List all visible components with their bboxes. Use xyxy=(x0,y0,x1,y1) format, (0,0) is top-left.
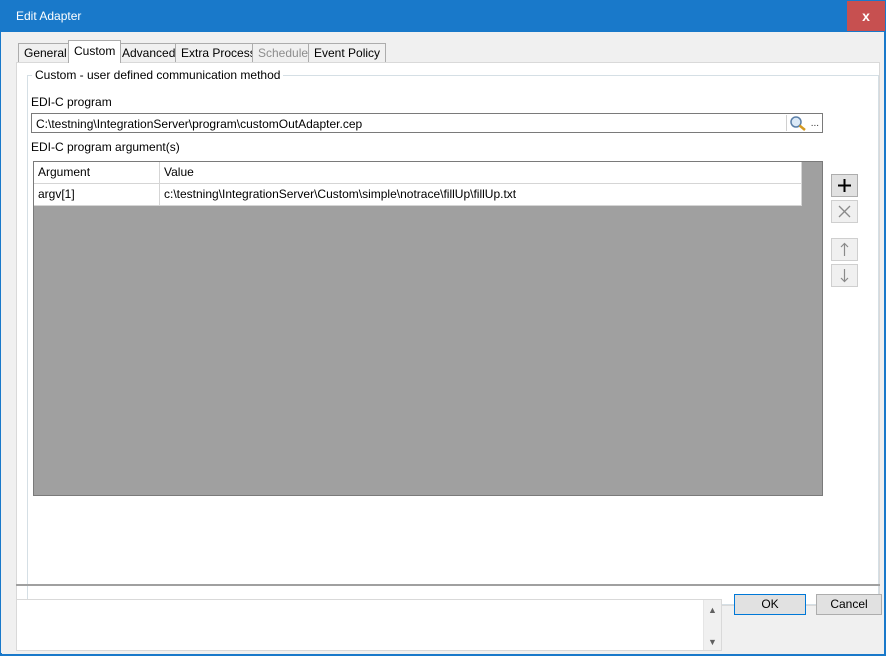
program-label: EDI-C program xyxy=(31,95,112,109)
ok-button[interactable]: OK xyxy=(734,594,806,615)
message-scrollbar[interactable]: ▲ ▼ xyxy=(703,600,721,650)
add-argument-button[interactable] xyxy=(831,174,858,197)
cancel-button[interactable]: Cancel xyxy=(816,594,882,615)
argument-cell[interactable]: argv[1] xyxy=(34,184,160,206)
arguments-label: EDI-C program argument(s) xyxy=(31,140,180,154)
arrow-up-icon xyxy=(840,242,849,256)
column-header-value[interactable]: Value xyxy=(160,162,802,184)
column-header-argument[interactable]: Argument xyxy=(34,162,160,184)
browse-button[interactable]: ... xyxy=(786,115,821,131)
tab-custom[interactable]: Custom xyxy=(68,40,122,63)
title-bar[interactable]: Edit Adapter x xyxy=(1,1,885,32)
search-icon xyxy=(790,116,806,131)
tab-extra-process[interactable]: Extra Process xyxy=(175,43,262,62)
grid-header: Argument Value xyxy=(34,162,802,184)
move-up-button[interactable] xyxy=(831,238,858,261)
edit-adapter-window: Edit Adapter x General Custom Advanced E… xyxy=(0,0,885,654)
plus-icon xyxy=(838,179,851,192)
message-area[interactable]: ▲ ▼ xyxy=(16,599,722,651)
arguments-grid[interactable]: Argument Value argv[1] c:\testning\Integ… xyxy=(33,161,823,496)
bottom-separator xyxy=(16,584,880,586)
groupbox-legend: Custom - user defined communication meth… xyxy=(32,68,284,82)
program-path-input[interactable]: C:\testning\IntegrationServer\program\cu… xyxy=(31,113,823,133)
browse-ellipsis: ... xyxy=(810,117,820,129)
tab-advanced[interactable]: Advanced xyxy=(116,43,182,62)
scroll-down-icon[interactable]: ▼ xyxy=(704,634,721,650)
program-path-value: C:\testning\IntegrationServer\program\cu… xyxy=(36,117,363,131)
tab-schedule: Schedule xyxy=(252,43,315,62)
delete-icon xyxy=(838,205,851,218)
table-row[interactable]: argv[1] c:\testning\IntegrationServer\Cu… xyxy=(34,184,802,206)
arrow-down-icon xyxy=(840,269,849,283)
move-down-button[interactable] xyxy=(831,264,858,287)
value-cell[interactable]: c:\testning\IntegrationServer\Custom\sim… xyxy=(160,184,802,206)
scroll-up-icon[interactable]: ▲ xyxy=(704,602,721,618)
tab-event-policy[interactable]: Event Policy xyxy=(308,43,387,62)
tab-general[interactable]: General xyxy=(18,43,73,62)
close-button[interactable]: x xyxy=(847,1,885,31)
remove-argument-button[interactable] xyxy=(831,200,858,223)
window-title: Edit Adapter xyxy=(16,9,82,23)
dialog-body: General Custom Advanced Extra Process Sc… xyxy=(2,32,884,654)
